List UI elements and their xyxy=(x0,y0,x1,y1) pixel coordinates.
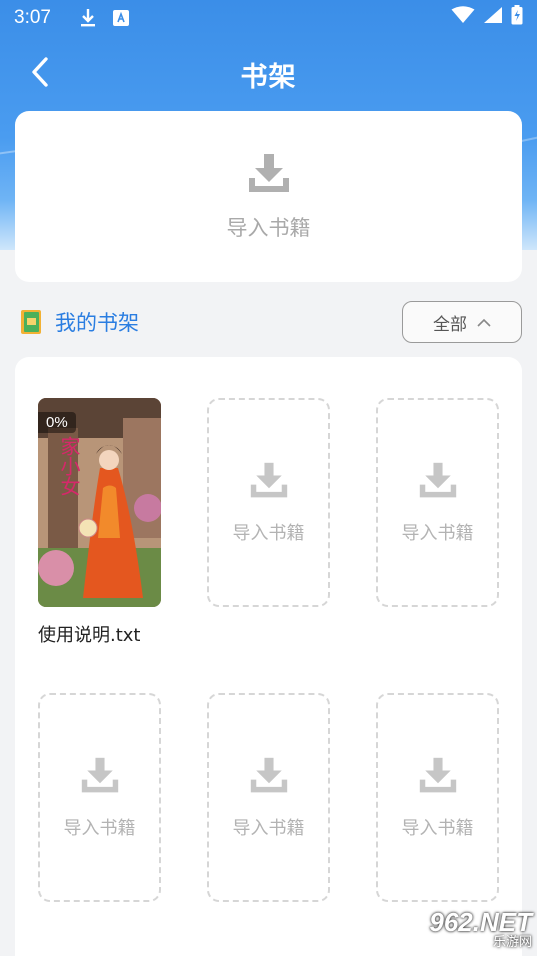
filter-dropdown[interactable]: 全部 xyxy=(402,301,522,343)
download-icon xyxy=(79,8,97,28)
import-slot-label: 导入书籍 xyxy=(232,817,305,839)
import-icon xyxy=(418,461,458,505)
import-slot[interactable]: 导入书籍 xyxy=(38,693,161,902)
status-time: 3:07 xyxy=(14,7,51,28)
import-icon xyxy=(249,756,289,800)
my-shelf-title: 我的书架 xyxy=(55,311,139,335)
watermark-logo: 962.NET xyxy=(429,907,532,937)
app-notification-icon xyxy=(112,10,129,26)
import-slot-label: 导入书籍 xyxy=(63,817,136,839)
import-icon xyxy=(249,461,289,505)
page-title: 书架 xyxy=(240,61,297,93)
cover-title: 家小女 xyxy=(57,436,81,496)
import-slot-label: 导入书籍 xyxy=(232,522,305,544)
status-bar: 3:07 xyxy=(0,0,537,36)
app-bar: 书架 xyxy=(0,44,537,104)
import-icon xyxy=(247,152,291,200)
watermark-text: 乐游网 xyxy=(492,934,532,949)
import-icon xyxy=(418,756,458,800)
import-icon xyxy=(80,756,120,800)
import-slot[interactable]: 导入书籍 xyxy=(376,398,499,607)
reading-progress: 0% xyxy=(38,412,76,433)
import-slot-label: 导入书籍 xyxy=(401,817,474,839)
import-slot[interactable]: 导入书籍 xyxy=(207,398,330,607)
book-cover: 0% 家小女 xyxy=(38,398,161,607)
wifi-icon xyxy=(451,6,475,30)
signal-icon xyxy=(483,6,503,30)
import-books-card[interactable]: 导入书籍 xyxy=(15,111,522,282)
book-icon xyxy=(21,310,41,334)
import-slot-label: 导入书籍 xyxy=(401,522,474,544)
import-books-label: 导入书籍 xyxy=(226,215,311,240)
site-watermark: 962.NET 乐游网 xyxy=(398,908,532,952)
bookshelf-grid: 0% 家小女 使用说明.txt 导入书籍 导入书籍 导入书籍 导入书籍 导入书籍 xyxy=(15,357,522,956)
chevron-up-icon xyxy=(477,318,491,327)
import-slot[interactable]: 导入书籍 xyxy=(376,693,499,902)
battery-icon xyxy=(511,5,523,31)
import-slot[interactable]: 导入书籍 xyxy=(207,693,330,902)
book-title: 使用说明.txt xyxy=(38,625,141,646)
back-button[interactable] xyxy=(22,56,58,92)
filter-label: 全部 xyxy=(433,314,467,335)
chevron-left-icon xyxy=(30,56,50,92)
book-item[interactable]: 0% 家小女 使用说明.txt xyxy=(38,398,161,647)
my-shelf-header: 我的书架 全部 xyxy=(15,300,522,344)
